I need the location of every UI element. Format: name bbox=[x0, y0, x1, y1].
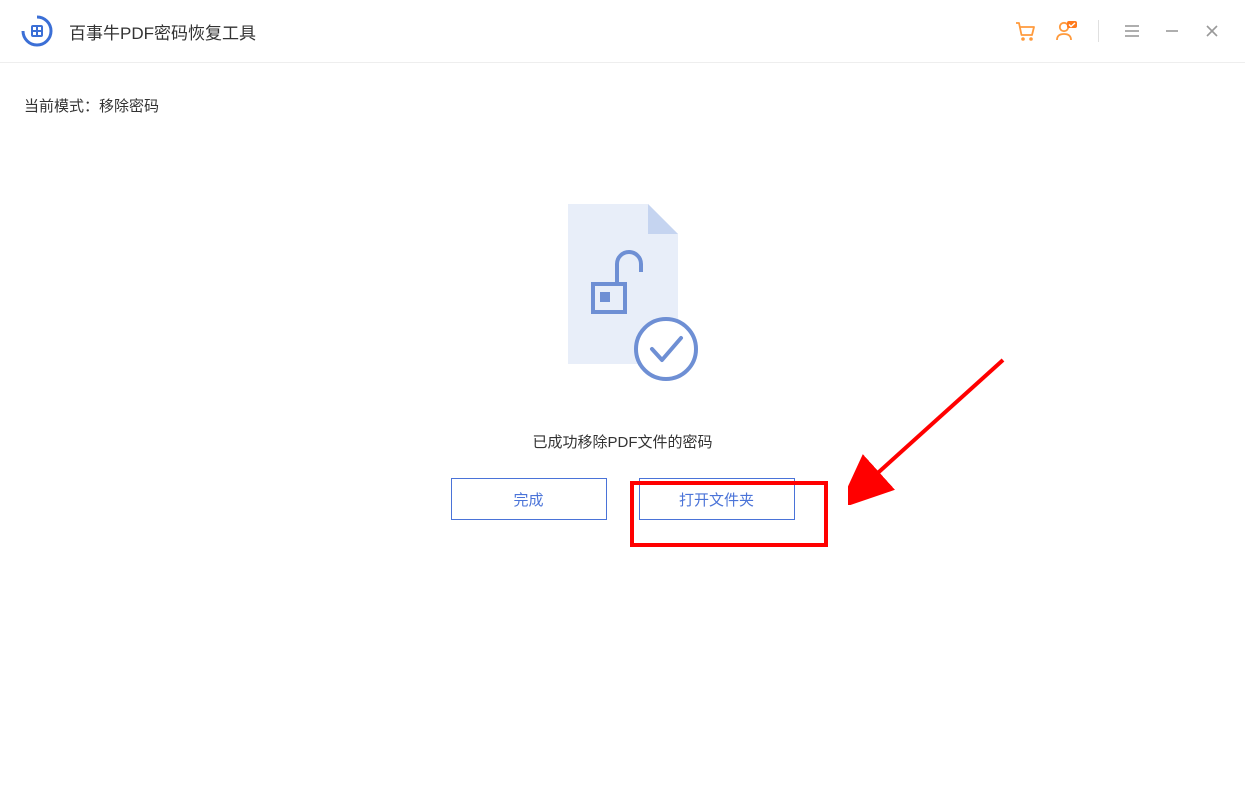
complete-button[interactable]: 完成 bbox=[451, 478, 607, 520]
mode-label: 当前模式： bbox=[24, 98, 99, 115]
content-area: 当前模式：移除密码 已成功移除PDF文件的密码 完成 打开文件夹 bbox=[0, 63, 1245, 552]
app-logo-icon bbox=[20, 14, 54, 48]
center-area: 已成功移除PDF文件的密码 完成 打开文件夹 bbox=[24, 194, 1221, 520]
app-title: 百事牛PDF密码恢复工具 bbox=[69, 19, 256, 44]
current-mode: 当前模式：移除密码 bbox=[24, 95, 1221, 116]
cart-icon[interactable] bbox=[1012, 18, 1038, 44]
close-icon[interactable] bbox=[1199, 18, 1225, 44]
button-row: 完成 打开文件夹 bbox=[451, 478, 795, 520]
header-bar: 百事牛PDF密码恢复工具 bbox=[0, 0, 1245, 63]
user-icon[interactable] bbox=[1052, 18, 1078, 44]
header-divider bbox=[1098, 20, 1099, 42]
document-unlocked-icon bbox=[533, 194, 713, 399]
success-message: 已成功移除PDF文件的密码 bbox=[532, 431, 712, 452]
minimize-icon[interactable] bbox=[1159, 18, 1185, 44]
header-left: 百事牛PDF密码恢复工具 bbox=[20, 14, 256, 48]
menu-icon[interactable] bbox=[1119, 18, 1145, 44]
header-right bbox=[1012, 18, 1225, 44]
open-folder-button[interactable]: 打开文件夹 bbox=[639, 478, 795, 520]
mode-value: 移除密码 bbox=[99, 98, 159, 115]
